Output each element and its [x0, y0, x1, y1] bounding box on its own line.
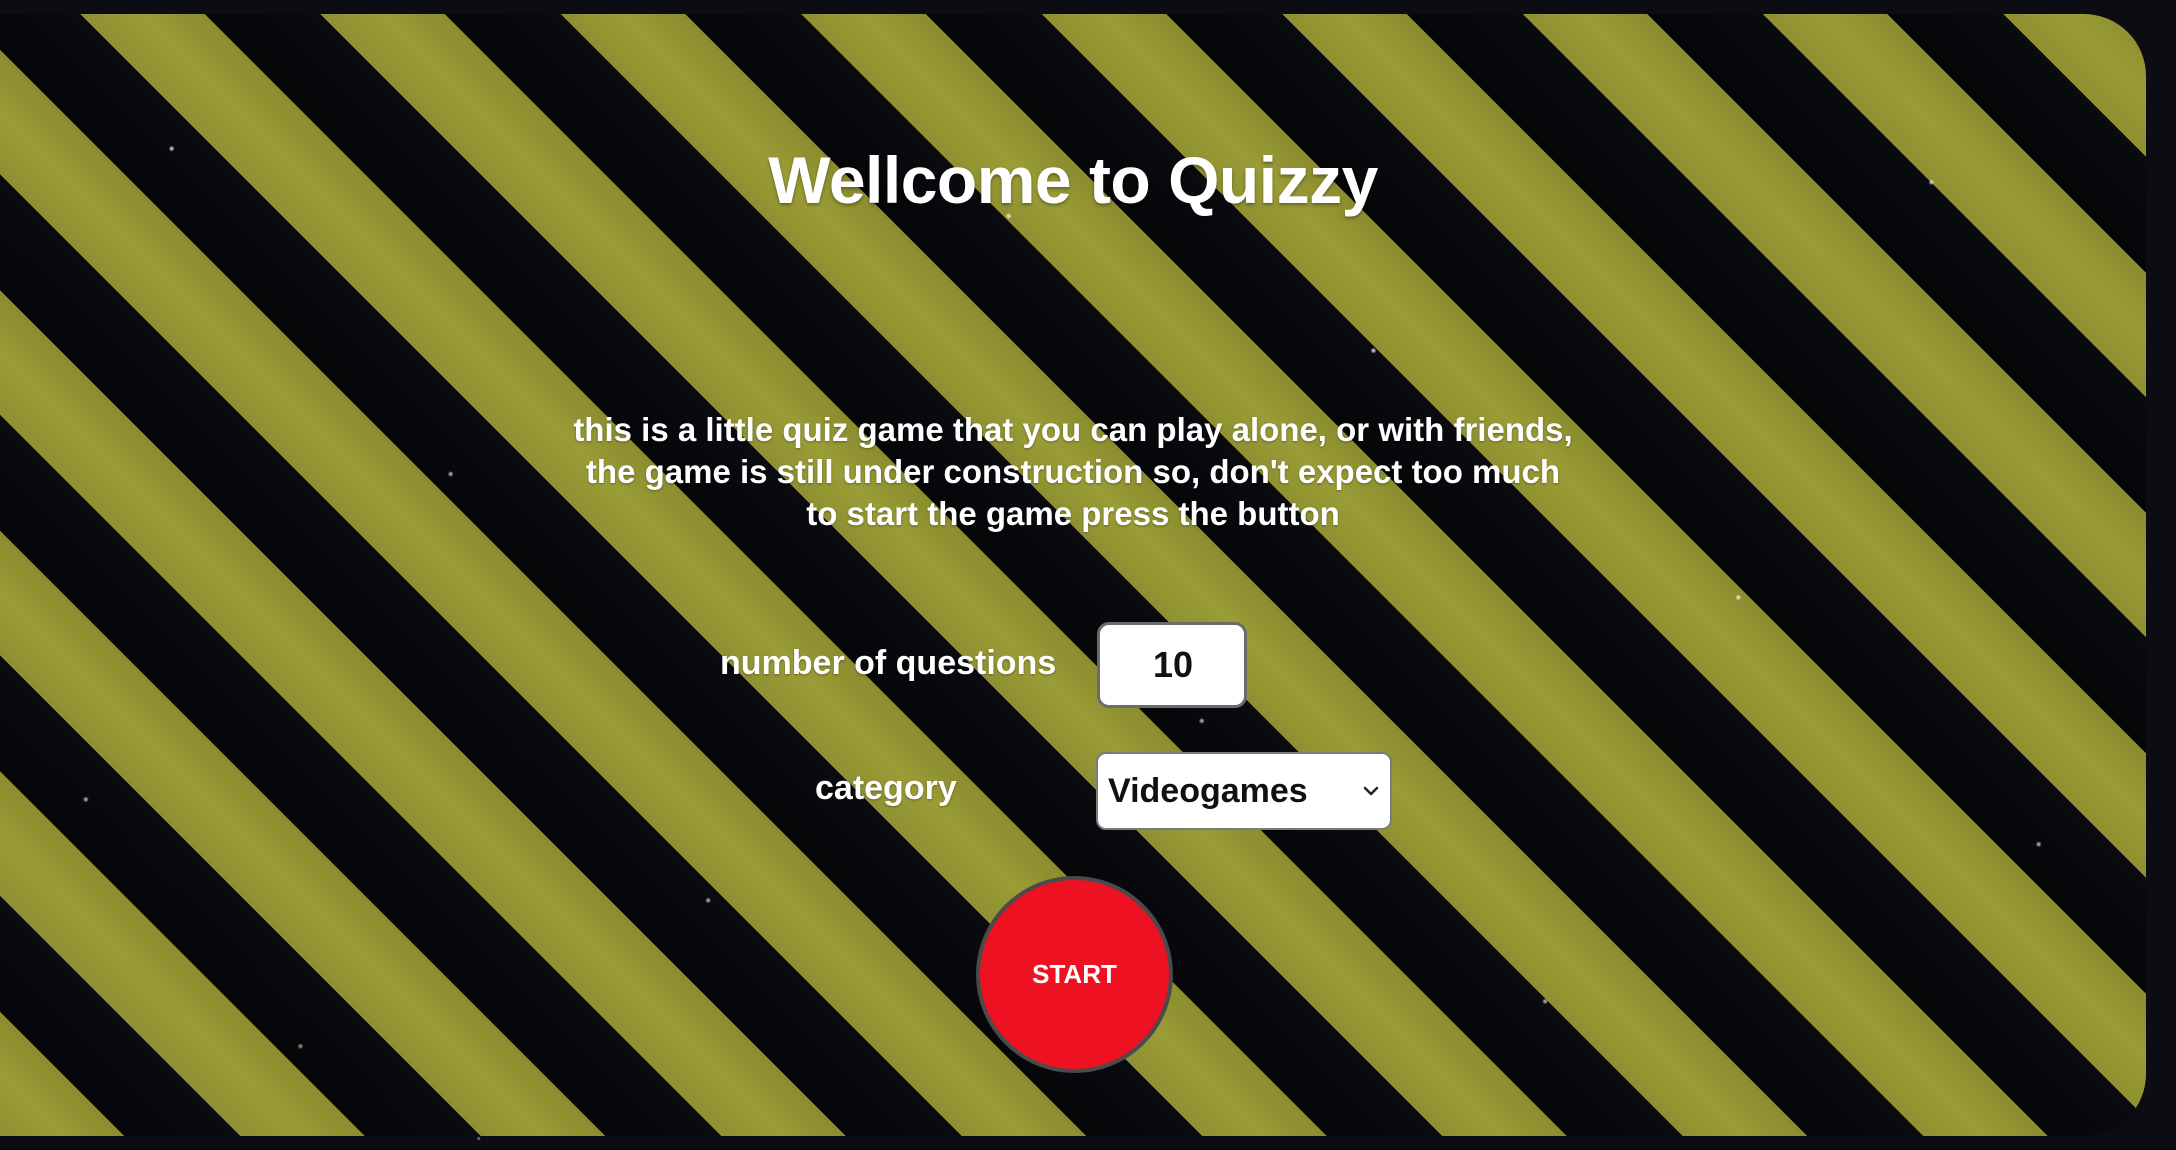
intro-line: the game is still under construction so,…: [585, 453, 1561, 490]
striped-background-panel: Wellcome to Quizzy this is a little quiz…: [0, 14, 2146, 1136]
intro-line: to start the game press the button: [806, 495, 1340, 532]
start-button[interactable]: START: [976, 876, 1173, 1073]
category-label: category: [815, 769, 957, 807]
intro-line: this is a little quiz game that you can …: [573, 411, 1573, 448]
questions-number-input[interactable]: [1097, 622, 1247, 708]
welcome-screen: Wellcome to Quizzy this is a little quiz…: [0, 14, 2146, 1136]
intro-text: this is a little quiz game that you can …: [0, 409, 2146, 535]
chevron-down-icon: [1363, 786, 1379, 796]
category-select[interactable]: Videogames: [1096, 752, 1392, 830]
page-title: Wellcome to Quizzy: [768, 143, 1378, 217]
questions-label: number of questions: [720, 644, 1057, 682]
category-selected-value: Videogames: [1108, 772, 1308, 810]
